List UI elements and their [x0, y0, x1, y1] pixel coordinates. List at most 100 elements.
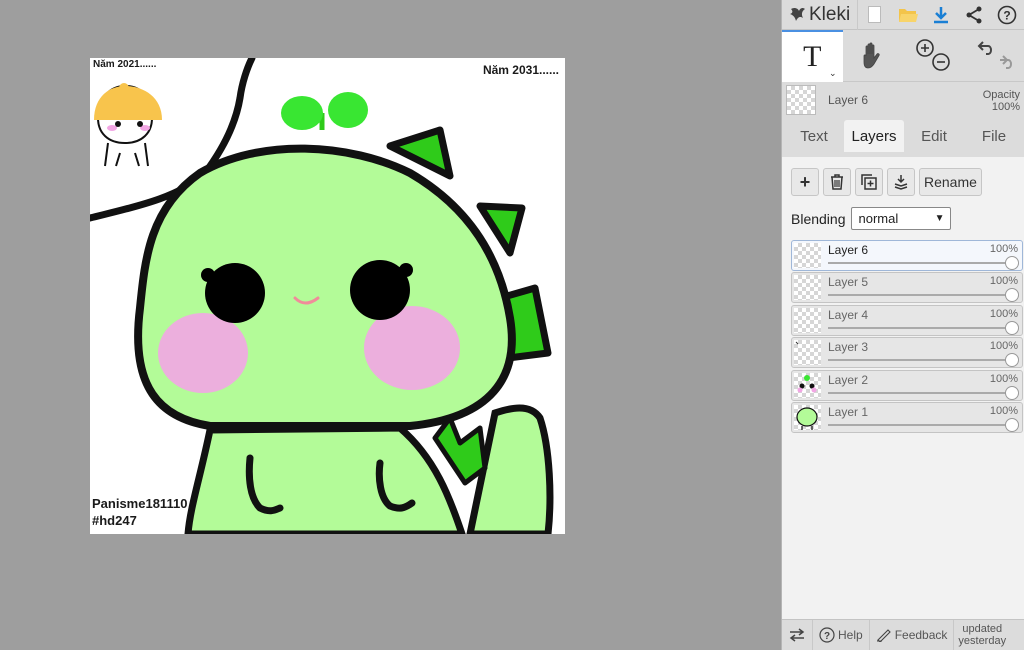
- layer-name: Layer 6: [828, 243, 869, 257]
- sprout-leaf-left: [281, 96, 323, 130]
- tab-file[interactable]: File: [964, 120, 1024, 152]
- duplicate-layer-button[interactable]: [855, 168, 883, 196]
- canvas-workspace[interactable]: Năm 2021...... Năm 2031...... Panisme181…: [0, 0, 781, 650]
- blush-left: [158, 313, 248, 393]
- layer-thumbnail: [794, 243, 821, 268]
- chevron-down-icon: ▼: [934, 213, 945, 224]
- merge-down-button[interactable]: [887, 168, 915, 196]
- swap-side-button[interactable]: [782, 619, 813, 650]
- merge-down-icon: [894, 175, 908, 190]
- help-label: Help: [838, 628, 863, 642]
- layer-actions: + Rename: [791, 168, 982, 196]
- opacity-value: 100%: [991, 101, 1020, 113]
- layer-name: Layer 1: [828, 404, 869, 419]
- current-layer-opacity: Opacity 100%: [983, 89, 1020, 113]
- layer-row[interactable]: Layer 2 100%: [791, 369, 1023, 401]
- tab-edit[interactable]: Edit: [904, 120, 964, 152]
- share-icon: [966, 6, 982, 23]
- dino-body: [184, 424, 466, 534]
- share-button[interactable]: [958, 0, 991, 30]
- opacity-label: Opacity: [982, 89, 1020, 101]
- updated-when: yesterday: [958, 635, 1007, 647]
- tab-layers[interactable]: Layers: [844, 120, 904, 152]
- tab-text[interactable]: Text: [784, 120, 844, 152]
- layer-name: Layer 2: [828, 372, 869, 387]
- layer-opacity: 100%: [989, 307, 1018, 320]
- layer-opacity-slider[interactable]: [828, 359, 1012, 362]
- layer-opacity-slider[interactable]: [828, 294, 1012, 297]
- layer-opacity-slider[interactable]: [828, 326, 1012, 329]
- tool-row: T ⌄: [782, 30, 1024, 82]
- rename-layer-button[interactable]: Rename: [919, 168, 982, 196]
- layer-preview: [795, 341, 799, 345]
- undo-redo-button[interactable]: [964, 30, 1024, 82]
- layer-row[interactable]: Layer 5 100%: [791, 272, 1023, 304]
- layer-row[interactable]: Layer 3 100%: [791, 337, 1023, 369]
- layer-opacity: 100%: [989, 340, 1018, 353]
- canvas-text-bottom-1: Panisme181110: [92, 496, 188, 511]
- layer-opacity-slider[interactable]: [828, 262, 1012, 264]
- layer-name: Layer 3: [828, 340, 869, 355]
- layer-opacity: 100%: [989, 372, 1018, 385]
- svg-text:?: ?: [824, 631, 830, 642]
- feedback-link[interactable]: Feedback: [870, 619, 955, 650]
- layer-opacity-handle[interactable]: [1005, 417, 1019, 432]
- delete-layer-button[interactable]: [823, 168, 851, 196]
- layer-thumbnail: [794, 275, 821, 301]
- layer-opacity-slider[interactable]: [828, 391, 1012, 394]
- layer-preview: [796, 407, 818, 430]
- new-image-button[interactable]: [858, 0, 891, 30]
- layer-opacity-handle[interactable]: [1005, 256, 1019, 270]
- help-link[interactable]: ? Help: [813, 619, 870, 650]
- save-button[interactable]: [925, 0, 958, 30]
- bottom-bar: ? Help Feedback updated yesterday: [782, 619, 1024, 650]
- new-page-icon: [868, 6, 882, 23]
- small-character: [94, 83, 162, 167]
- current-layer-info: Layer 6 Opacity 100%: [782, 82, 1024, 118]
- layer-row[interactable]: Layer 6 100%: [791, 240, 1023, 271]
- zoom-in-out-icon: [916, 39, 951, 71]
- blending-select[interactable]: normal ▼: [850, 207, 951, 230]
- layer-opacity-slider[interactable]: [828, 423, 1012, 426]
- layer-thumbnail: [794, 404, 821, 430]
- layer-thumbnail: [794, 372, 821, 398]
- text-tool-button[interactable]: T ⌄: [782, 30, 843, 82]
- sidebar: Kleki ? T ⌄ Layer 6 Opacity 100% Text La…: [781, 0, 1024, 650]
- canvas-text-bottom-2: #hd247: [92, 513, 137, 528]
- canvas-text-top-right: Năm 2031......: [482, 63, 559, 77]
- blending-control: Blending normal ▼: [791, 207, 951, 230]
- sprout-leaf-right: [328, 92, 368, 128]
- dino-tail-spikes: [432, 415, 488, 486]
- open-file-button[interactable]: [891, 0, 924, 30]
- kleki-logo-icon: [790, 7, 805, 21]
- layer-row[interactable]: Layer 1 100%: [791, 401, 1023, 433]
- blending-label: Blending: [791, 210, 846, 227]
- text-tool-icon: T: [803, 40, 822, 73]
- chevron-down-icon[interactable]: ⌄: [829, 68, 837, 79]
- layer-opacity-handle[interactable]: [1005, 353, 1019, 368]
- hand-icon: [863, 42, 880, 69]
- drawing-canvas[interactable]: Năm 2021...... Năm 2031...... Panisme181…: [90, 58, 565, 534]
- add-layer-button[interactable]: +: [791, 168, 819, 196]
- help-button[interactable]: ?: [991, 0, 1024, 30]
- undo-redo-icon: [977, 41, 1012, 69]
- updated-label: updated: [962, 623, 1003, 635]
- layer-name: Layer 5: [828, 275, 869, 290]
- download-icon: [934, 6, 949, 23]
- zoom-tool-button[interactable]: [903, 30, 964, 82]
- app-name: Kleki: [809, 3, 851, 25]
- pen-icon: [876, 629, 891, 642]
- layer-opacity-handle[interactable]: [1005, 320, 1019, 335]
- layer-opacity-handle[interactable]: [1005, 288, 1019, 303]
- blending-value: normal: [858, 211, 899, 226]
- updated-status[interactable]: updated yesterday: [954, 623, 1010, 647]
- swap-arrows-icon: [789, 628, 805, 642]
- layer-opacity-handle[interactable]: [1005, 385, 1019, 400]
- trash-icon: [831, 174, 843, 190]
- folder-icon: [898, 9, 918, 22]
- layer-row[interactable]: Layer 4 100%: [791, 304, 1023, 336]
- layers-panel: + Rename Blending normal ▼ Layer 6 100% …: [782, 157, 1024, 619]
- hand-tool-button[interactable]: [843, 30, 904, 82]
- layer-opacity: 100%: [989, 275, 1018, 288]
- layer-name: Layer 4: [828, 307, 869, 322]
